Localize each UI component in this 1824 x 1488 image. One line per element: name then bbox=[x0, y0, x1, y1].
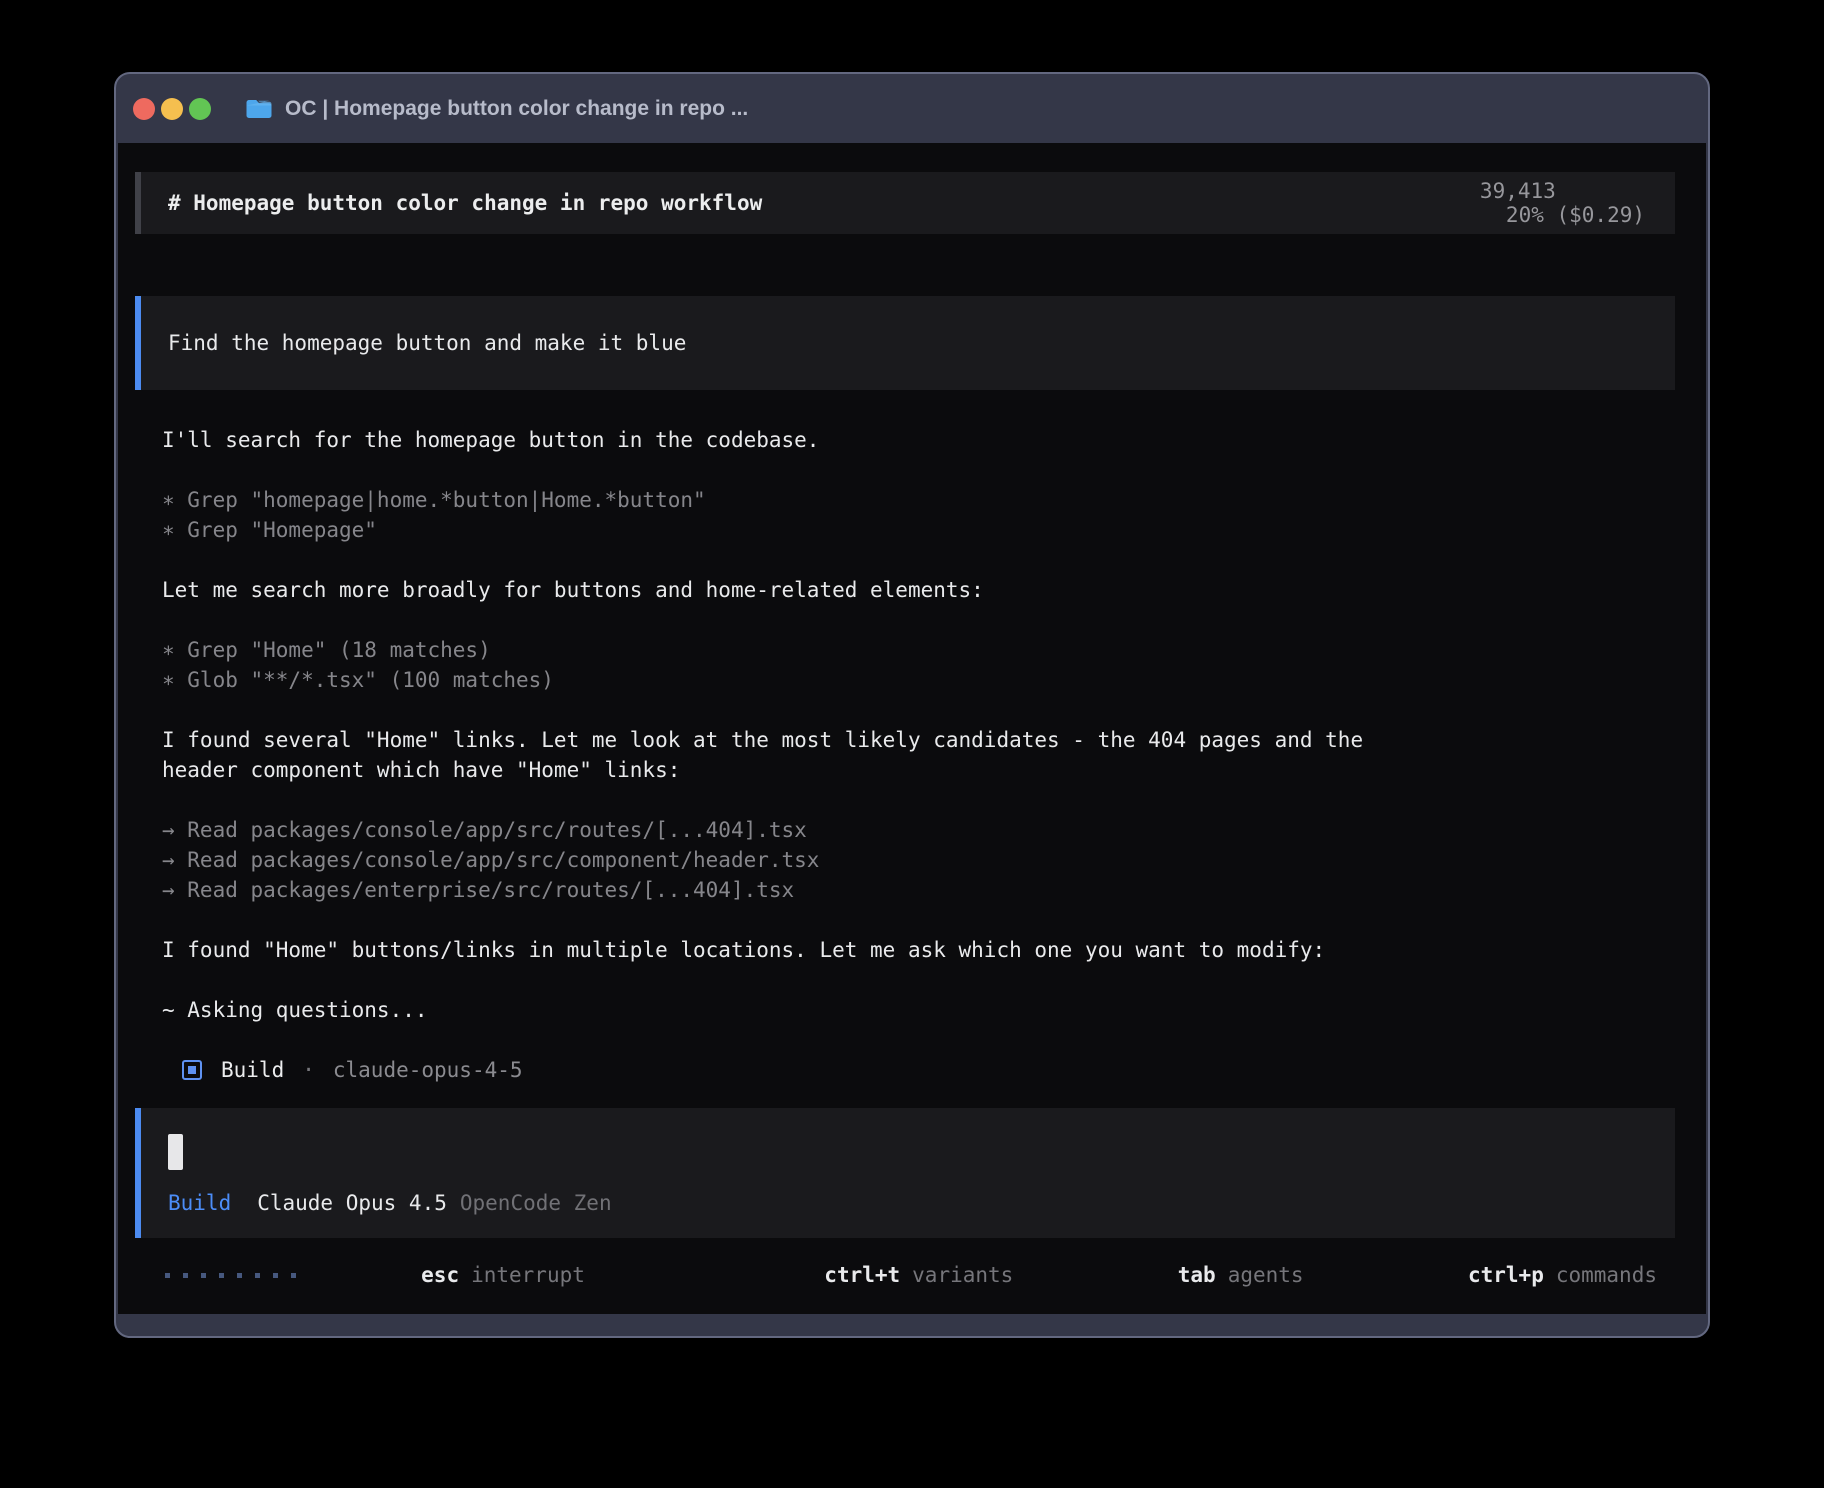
input-meta: Build Claude Opus 4.5 OpenCode Zen bbox=[168, 1191, 1675, 1215]
spinner-dot bbox=[273, 1273, 278, 1278]
tool-call-grep: ∗ Grep "homepage|home.*button|Home.*butt… bbox=[135, 485, 1675, 515]
assistant-text: Let me search more broadly for buttons a… bbox=[135, 575, 1675, 605]
prompt-input[interactable]: Build Claude Opus 4.5 OpenCode Zen bbox=[135, 1108, 1675, 1238]
hint-commands: ctrl+pcommands bbox=[1342, 1239, 1657, 1311]
hint-variants: ctrl+tvariants bbox=[698, 1239, 1013, 1311]
assistant-status: ~ Asking questions... bbox=[135, 995, 1675, 1025]
input-agent-label[interactable]: Build bbox=[168, 1191, 231, 1215]
spinner-dot bbox=[165, 1273, 170, 1278]
tool-call-read: → Read packages/enterprise/src/routes/[.… bbox=[135, 875, 1675, 905]
agent-model: claude-opus-4-5 bbox=[333, 1058, 523, 1082]
tool-call-read: → Read packages/console/app/src/routes/[… bbox=[135, 815, 1675, 845]
desktop: { "window": { "title": "OC | Homepage bu… bbox=[0, 0, 1824, 1488]
tool-call-grep: ∗ Grep "Homepage" bbox=[135, 515, 1675, 545]
spinner-dot bbox=[237, 1273, 242, 1278]
input-provider-label: OpenCode Zen bbox=[460, 1191, 612, 1215]
assistant-text: I found "Home" buttons/links in multiple… bbox=[135, 935, 1675, 965]
spinner-dots bbox=[165, 1273, 296, 1278]
tool-call-grep: ∗ Grep "Home" (18 matches) bbox=[135, 635, 1675, 665]
text-cursor bbox=[168, 1134, 183, 1170]
spinner-dot bbox=[219, 1273, 224, 1278]
traffic-lights bbox=[133, 98, 217, 120]
tool-call-glob: ∗ Glob "**/*.tsx" (100 matches) bbox=[135, 665, 1675, 695]
input-model-label[interactable]: Claude Opus 4.5 bbox=[257, 1191, 447, 1215]
esc-label: interrupt bbox=[471, 1263, 585, 1287]
esc-key: esc bbox=[421, 1263, 459, 1287]
token-count: 39,413 bbox=[1480, 179, 1556, 203]
titlebar[interactable]: OC | Homepage button color change in rep… bbox=[116, 74, 1708, 143]
assistant-transcript: I'll search for the homepage button in t… bbox=[135, 425, 1675, 1085]
hint-agents: tabagents bbox=[1051, 1239, 1303, 1311]
session-stats: 39,413 20% ($0.29) bbox=[1379, 155, 1645, 251]
agent-status-row: Build · claude-opus-4-5 bbox=[182, 1055, 1675, 1085]
keyboard-hints: ctrl+tvariants tabagents ctrl+pcommands bbox=[698, 1239, 1657, 1311]
assistant-text: I'll search for the homepage button in t… bbox=[135, 425, 1675, 455]
status-bar: escinterrupt ctrl+tvariants tabagents ct… bbox=[135, 1255, 1675, 1295]
user-message-text: Find the homepage button and make it blu… bbox=[168, 331, 686, 355]
agent-separator: · bbox=[302, 1058, 315, 1082]
window-title: OC | Homepage button color change in rep… bbox=[285, 97, 748, 121]
session-title: # Homepage button color change in repo w… bbox=[168, 191, 762, 215]
maximize-button[interactable] bbox=[189, 98, 211, 120]
minimize-button[interactable] bbox=[161, 98, 183, 120]
terminal-content: # Homepage button color change in repo w… bbox=[118, 143, 1706, 1314]
spinner-dot bbox=[183, 1273, 188, 1278]
agent-name: Build bbox=[221, 1058, 284, 1082]
context-cost: 20% ($0.29) bbox=[1506, 203, 1645, 227]
terminal-window: OC | Homepage button color change in rep… bbox=[114, 72, 1710, 1338]
close-button[interactable] bbox=[133, 98, 155, 120]
spinner-dot bbox=[201, 1273, 206, 1278]
tool-call-read: → Read packages/console/app/src/componen… bbox=[135, 845, 1675, 875]
folder-icon bbox=[245, 98, 273, 120]
assistant-text: header component which have "Home" links… bbox=[135, 755, 1675, 785]
esc-hint: esc interrupt bbox=[320, 1239, 585, 1311]
agent-build-icon bbox=[182, 1060, 202, 1080]
spinner-dot bbox=[255, 1273, 260, 1278]
spinner-dot bbox=[291, 1273, 296, 1278]
user-message: Find the homepage button and make it blu… bbox=[135, 296, 1675, 390]
assistant-text: I found several "Home" links. Let me loo… bbox=[135, 725, 1675, 755]
session-header: # Homepage button color change in repo w… bbox=[135, 172, 1675, 234]
